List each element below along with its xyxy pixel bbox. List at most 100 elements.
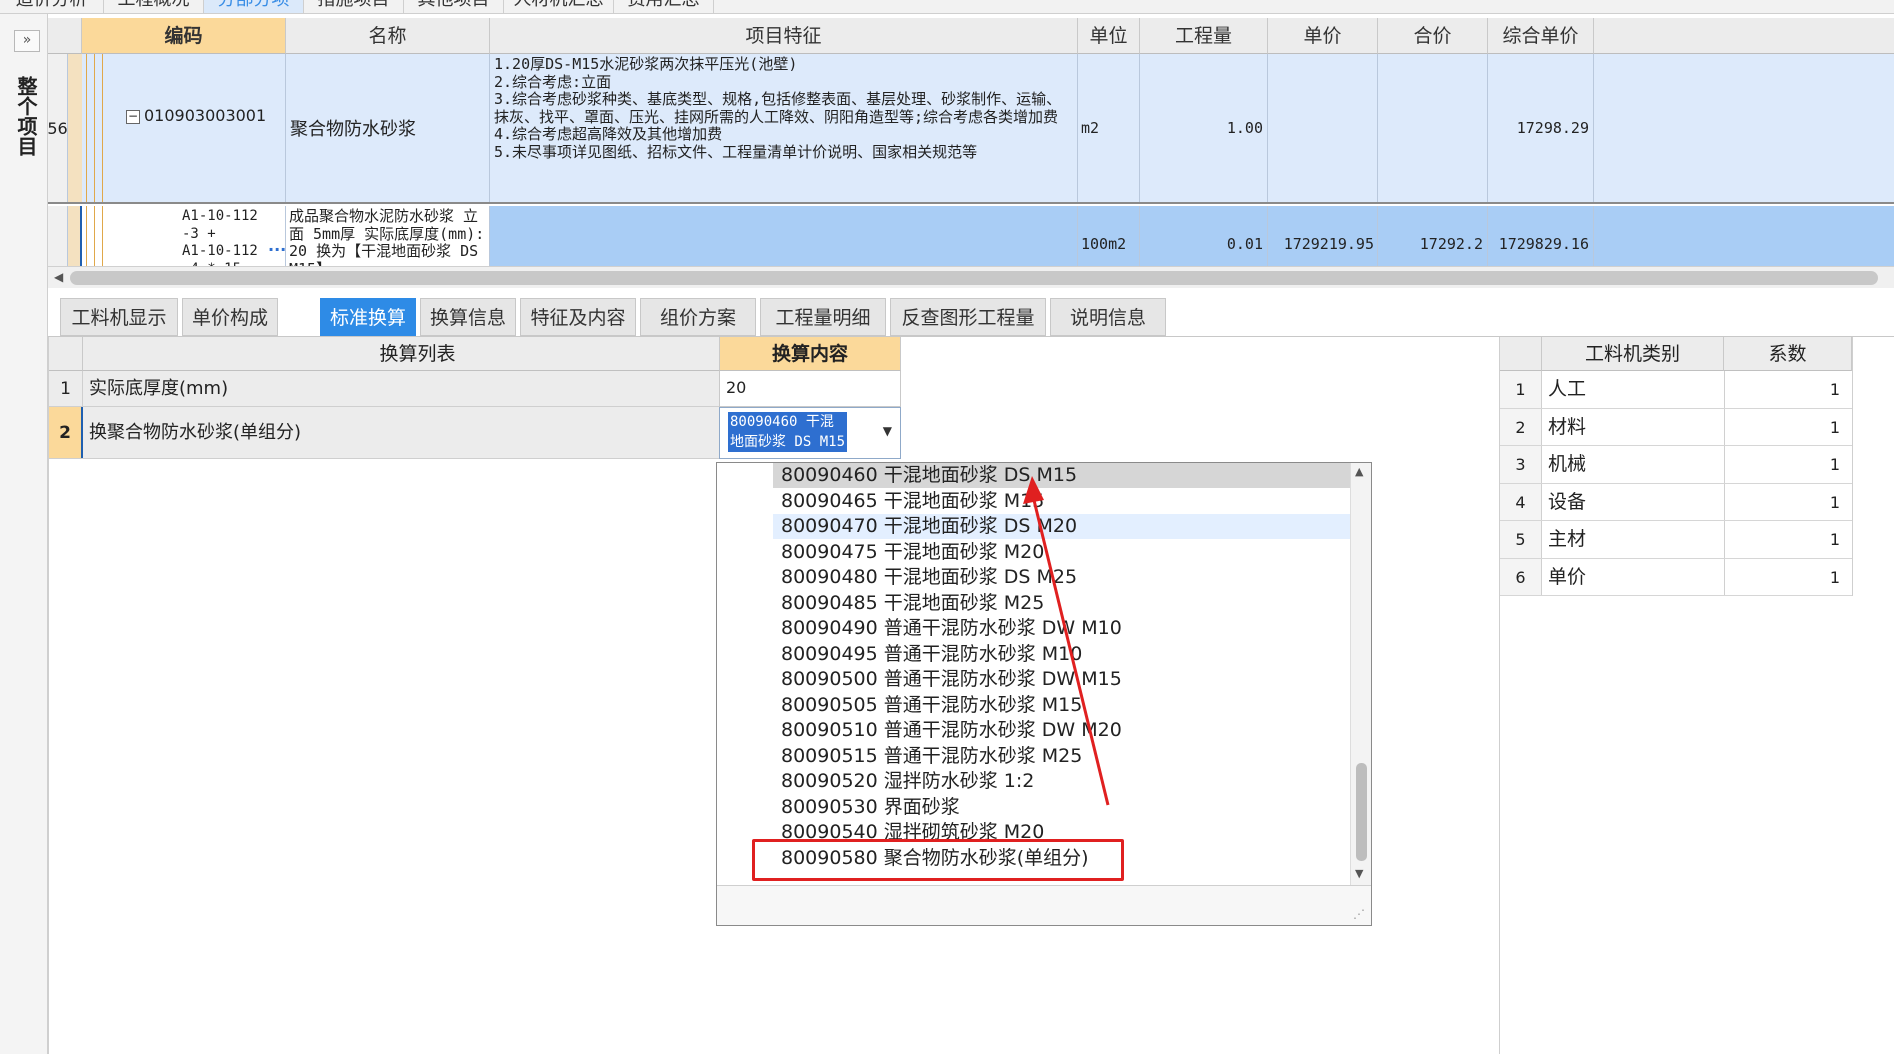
type-row[interactable]: 6 单价 1 bbox=[1500, 558, 1852, 596]
type-row-coefficient[interactable]: 1 bbox=[1830, 371, 1840, 408]
tab-pricing-scheme[interactable]: 组价方案 bbox=[640, 298, 756, 336]
type-row-category: 单价 bbox=[1548, 565, 1587, 588]
dropdown-option[interactable]: 80090530 界面砂浆 bbox=[781, 795, 960, 821]
sub-item-grid: 编码 名称 项目特征 单位 工程量 单价 合价 综合单价 56 − 010903… bbox=[48, 18, 1894, 282]
dropdown-option[interactable]: 80090520 湿拌防水砂浆 1:2 bbox=[781, 769, 1034, 795]
item-name[interactable]: 聚合物防水砂浆 bbox=[286, 54, 490, 202]
type-row-coefficient[interactable]: 1 bbox=[1830, 559, 1840, 596]
project-tree-strip: » 整个项目 bbox=[0, 14, 48, 1054]
quota-code-line: A1-10-112 bbox=[182, 208, 258, 224]
scrollbar-thumb[interactable] bbox=[70, 271, 1878, 285]
dropdown-scrollbar-thumb[interactable] bbox=[1356, 763, 1367, 861]
type-row-index: 5 bbox=[1500, 521, 1542, 558]
grid-header-features[interactable]: 项目特征 bbox=[490, 18, 1078, 54]
grid-header-code[interactable]: 编码 bbox=[82, 18, 286, 54]
chevron-down-icon[interactable]: ▼ bbox=[883, 424, 892, 438]
tab-measures[interactable]: 措施项目 bbox=[304, 0, 404, 13]
tab-cost-analysis[interactable]: 造价分析 bbox=[0, 0, 104, 13]
type-row-index: 2 bbox=[1500, 408, 1542, 445]
type-row[interactable]: 5 主材 1 bbox=[1500, 521, 1852, 559]
type-row-coefficient[interactable]: 1 bbox=[1830, 409, 1840, 446]
scroll-up-icon[interactable]: ▲ bbox=[1355, 465, 1363, 478]
tab-unit-price-composition[interactable]: 单价构成 bbox=[182, 298, 278, 336]
grid-header-unit[interactable]: 单位 bbox=[1078, 18, 1140, 54]
type-row-category: 材料 bbox=[1548, 415, 1587, 438]
resize-grip-icon[interactable]: ⋰ bbox=[1353, 907, 1365, 921]
red-arrow-annotation bbox=[1023, 476, 1110, 806]
calc-header-list[interactable]: 换算列表 bbox=[83, 337, 753, 371]
type-row-index: 6 bbox=[1500, 558, 1542, 595]
material-select[interactable]: 80090460 干混 地面砂浆 DS M15 ▼ bbox=[719, 407, 901, 459]
calc-row-index: 1 bbox=[49, 371, 83, 406]
type-row[interactable]: 4 设备 1 bbox=[1500, 483, 1852, 521]
material-select-value: 80090460 干混 地面砂浆 DS M15 bbox=[728, 412, 848, 452]
tab-labor-material-display[interactable]: 工料机显示 bbox=[60, 298, 178, 336]
grid-header-quantity[interactable]: 工程量 bbox=[1140, 18, 1268, 54]
type-row-index: 4 bbox=[1500, 483, 1542, 520]
calc-row[interactable]: 1 实际底厚度(mm) bbox=[49, 371, 719, 407]
type-row-coefficient[interactable]: 1 bbox=[1830, 484, 1840, 521]
quota-name-line: 成品聚合物水泥防水砂浆 立 bbox=[289, 207, 479, 225]
tab-reverse-graphic-quantity[interactable]: 反查图形工程量 bbox=[890, 298, 1046, 336]
grid-header-name[interactable]: 名称 bbox=[286, 18, 490, 54]
dropdown-footer: ⋰ bbox=[717, 885, 1371, 925]
item-unit[interactable]: m2 bbox=[1078, 54, 1140, 202]
item-total-unit-price[interactable]: 17298.29 bbox=[1488, 54, 1594, 202]
type-row-coefficient[interactable]: 1 bbox=[1830, 521, 1840, 558]
tab-fee-summary[interactable]: 费用汇总 bbox=[614, 0, 714, 13]
highlight-annotation bbox=[752, 839, 1124, 881]
horizontal-scrollbar[interactable]: ◀ bbox=[48, 266, 1894, 288]
type-row[interactable]: 3 机械 1 bbox=[1500, 446, 1852, 484]
item-sum-price[interactable] bbox=[1378, 54, 1488, 202]
calc-header-content[interactable]: 换算内容 bbox=[719, 337, 901, 371]
row-selector[interactable] bbox=[68, 54, 82, 202]
quota-name-line: 20 换为【干混地面砂浆 DS bbox=[289, 242, 479, 260]
tab-sub-items[interactable]: 分部分项 bbox=[204, 0, 304, 13]
tab-quantity-details[interactable]: 工程量明细 bbox=[760, 298, 886, 336]
more-options-button[interactable]: ... bbox=[268, 236, 285, 255]
tab-project-overview[interactable]: 工程概况 bbox=[104, 0, 204, 13]
thickness-input[interactable]: 20 bbox=[719, 371, 901, 407]
tab-standard-conversion[interactable]: 标准换算 bbox=[320, 298, 416, 336]
calc-header-index bbox=[49, 337, 83, 371]
tab-features-content[interactable]: 特征及内容 bbox=[520, 298, 636, 336]
grid-header-total-unit-price[interactable]: 综合单价 bbox=[1488, 18, 1594, 54]
grid-header-sum-price[interactable]: 合价 bbox=[1378, 18, 1488, 54]
double-chevron-right-icon[interactable]: » bbox=[14, 30, 40, 52]
item-features[interactable]: 1.20厚DS-M15水泥砂浆两次抹平压光(池壁) 2.综合考虑:立面 3.综合… bbox=[490, 54, 1078, 202]
type-row-index: 1 bbox=[1500, 371, 1542, 408]
dropdown-option[interactable]: 80090475 干混地面砂浆 M20 bbox=[781, 540, 1044, 566]
type-header-coefficient[interactable]: 系数 bbox=[1724, 337, 1852, 371]
dropdown-option[interactable]: 80090465 干混地面砂浆 M15 bbox=[781, 489, 1044, 515]
select-value-line: 地面砂浆 DS M15 bbox=[730, 434, 846, 450]
tab-conversion-info[interactable]: 换算信息 bbox=[420, 298, 516, 336]
whole-project-label[interactable]: 整个项目 bbox=[14, 76, 38, 156]
type-row-category: 人工 bbox=[1548, 378, 1587, 400]
grid-header-unit-price[interactable]: 单价 bbox=[1268, 18, 1378, 54]
tab-other-items[interactable]: 其他项目 bbox=[404, 0, 504, 13]
code-cell[interactable]: − 010903003001 bbox=[82, 54, 286, 202]
type-row[interactable]: 1 人工 1 bbox=[1500, 371, 1852, 409]
scroll-down-icon[interactable]: ▼ bbox=[1355, 867, 1363, 880]
item-unit-price[interactable] bbox=[1268, 54, 1378, 202]
item-quantity[interactable]: 1.00 bbox=[1140, 54, 1268, 202]
type-header-category[interactable]: 工料机类别 bbox=[1542, 337, 1724, 371]
grid-header-index bbox=[48, 18, 82, 54]
dropdown-option[interactable]: 80090485 干混地面砂浆 M25 bbox=[781, 591, 1044, 617]
scroll-left-icon[interactable]: ◀ bbox=[54, 270, 63, 284]
row-index: 56 bbox=[48, 54, 68, 202]
type-row-category: 机械 bbox=[1548, 453, 1587, 475]
item-code: 010903003001 bbox=[144, 106, 267, 125]
table-row[interactable]: 56 − 010903003001 聚合物防水砂浆 1.20厚DS-M15水泥砂… bbox=[48, 54, 1894, 204]
collapse-node-icon[interactable]: − bbox=[126, 110, 140, 124]
calc-row[interactable]: 2 换聚合物防水砂浆(单组分) bbox=[49, 407, 719, 459]
tab-labor-material-summary[interactable]: 人材机汇总 bbox=[504, 0, 614, 13]
type-row[interactable]: 2 材料 1 bbox=[1500, 408, 1852, 446]
dropdown-scrollbar[interactable]: ▲ ▼ bbox=[1350, 463, 1371, 885]
quota-name-line: 面 5mm厚 实际底厚度(mm): bbox=[289, 224, 485, 243]
tab-description-info[interactable]: 说明信息 bbox=[1050, 298, 1166, 336]
type-row-index: 3 bbox=[1500, 446, 1542, 483]
type-row-coefficient[interactable]: 1 bbox=[1830, 446, 1840, 483]
feature-line: 5.未尽事项详见图纸、招标文件、工程量清单计价说明、国家相关规范等 bbox=[494, 142, 978, 161]
quota-code-line: A1-10-112 bbox=[182, 243, 258, 259]
